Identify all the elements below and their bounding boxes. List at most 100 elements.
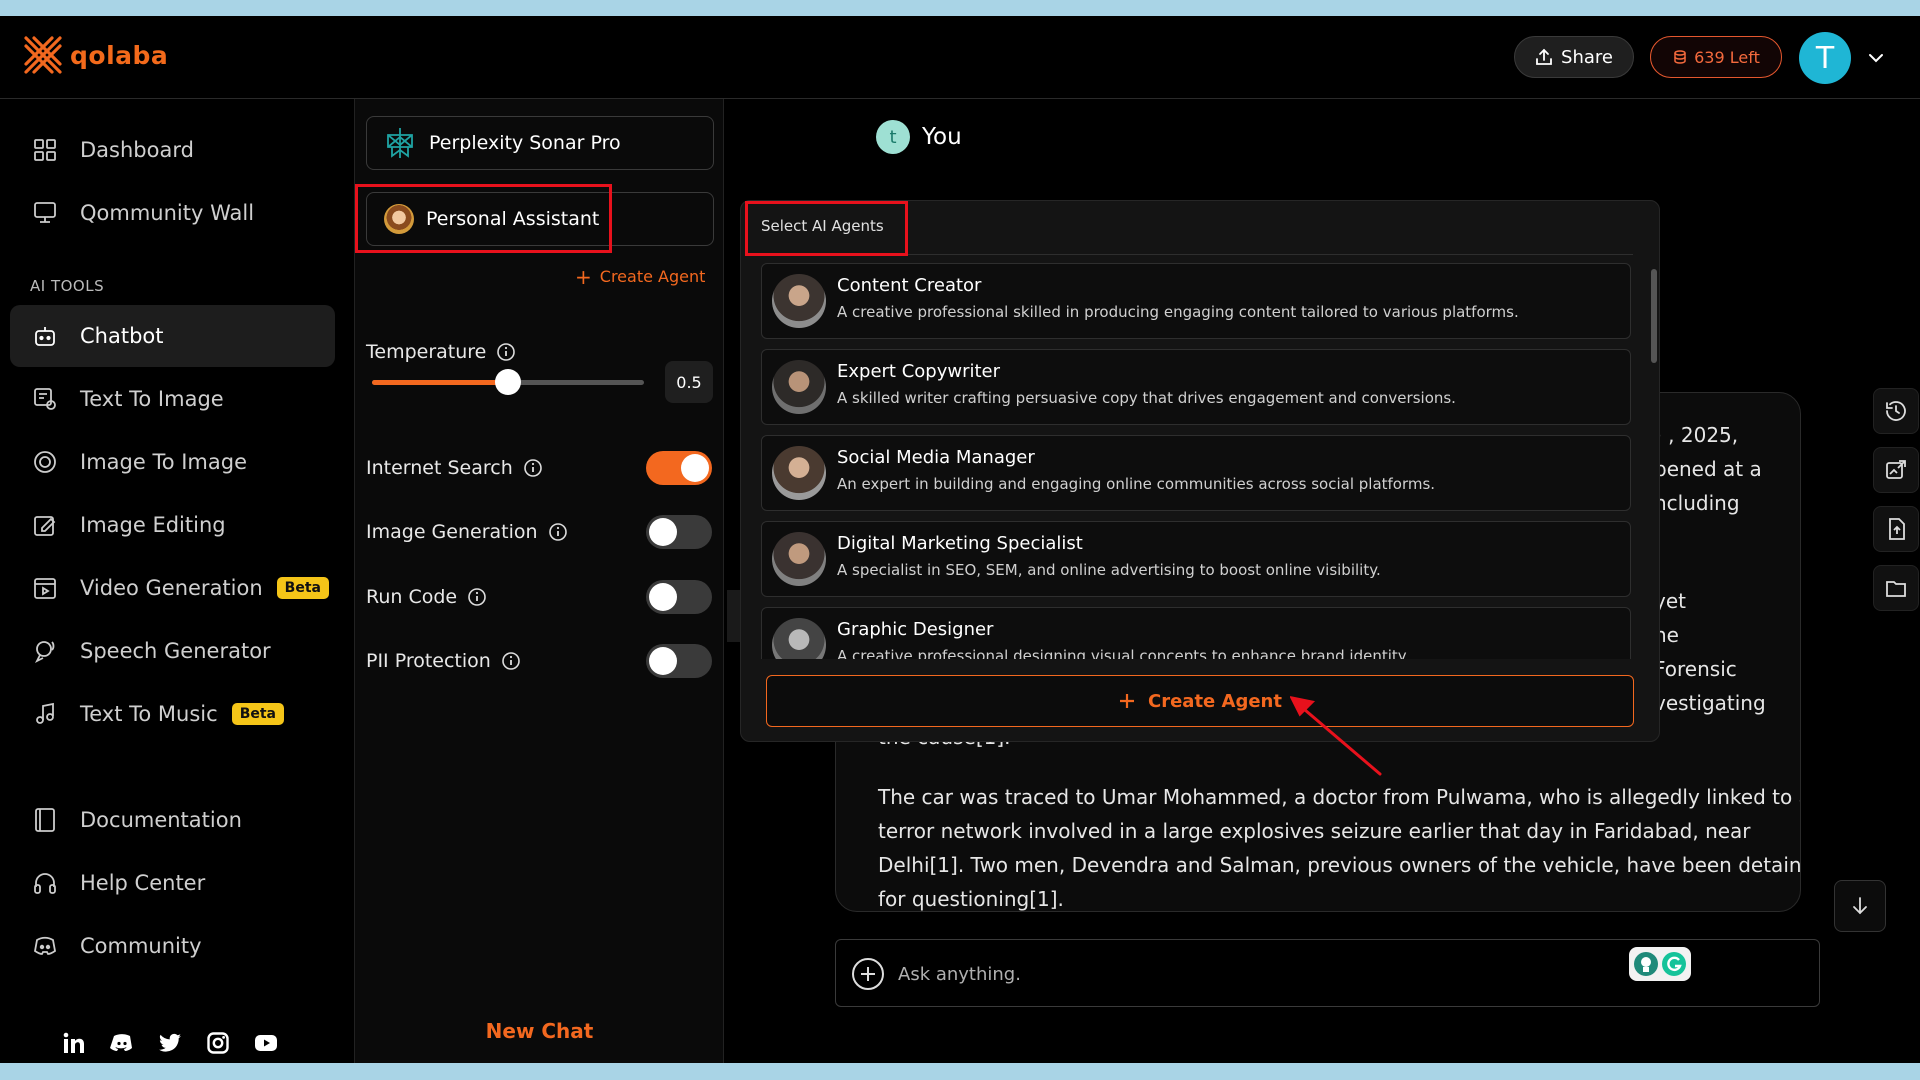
temperature-label: Temperature (366, 341, 487, 363)
agent-avatar (772, 618, 826, 659)
agent-item-graphic-designer[interactable]: Graphic Designer A creative professional… (761, 607, 1631, 659)
app-window: qolaba Share 639 Left T Dashboard Qommun… (0, 16, 1920, 1063)
section-label-ai-tools: AI TOOLS (30, 277, 105, 295)
sidebar-item-label: Documentation (80, 808, 242, 832)
sidebar-item-community[interactable]: Community (10, 915, 335, 977)
agents-dropdown: Select AI Agents Content Creator A creat… (740, 200, 1660, 742)
info-icon[interactable] (496, 342, 516, 362)
info-icon[interactable] (523, 458, 543, 478)
add-attachment-icon[interactable] (851, 957, 885, 991)
agent-list-scrollbar[interactable] (1651, 269, 1657, 363)
sidebar-item-text-to-image[interactable]: Text To Image (10, 368, 335, 430)
agent-name: Digital Marketing Specialist (837, 533, 1083, 554)
plus-icon: + (575, 264, 592, 289)
model-name: Perplexity Sonar Pro (429, 132, 621, 154)
temperature-value[interactable]: 0.5 (665, 361, 713, 403)
sidebar: Dashboard Qommunity Wall AI TOOLS Chatbo… (0, 99, 355, 1063)
temperature-slider-thumb[interactable] (495, 369, 521, 395)
agent-item-social-media-manager[interactable]: Social Media Manager An expert in buildi… (761, 435, 1631, 511)
beta-badge: Beta (231, 703, 284, 725)
share-label: Share (1561, 46, 1613, 68)
internet-search-toggle[interactable] (646, 451, 712, 485)
agent-item-digital-marketing-specialist[interactable]: Digital Marketing Specialist A specialis… (761, 521, 1631, 597)
scroll-to-bottom-button[interactable] (1834, 880, 1886, 932)
temperature-slider[interactable] (372, 369, 644, 395)
upload-icon (1536, 48, 1552, 65)
folder-icon (1886, 581, 1906, 597)
agent-list: Content Creator A creative professional … (761, 263, 1633, 659)
sidebar-item-help-center[interactable]: Help Center (10, 852, 335, 914)
sidebar-item-qommunity-wall[interactable]: Qommunity Wall (10, 182, 335, 244)
message-text: for questioning[1]. (878, 887, 1064, 911)
chat-input-bar (835, 939, 1820, 1007)
model-selector[interactable]: Perplexity Sonar Pro (366, 116, 714, 170)
pii-protection-toggle[interactable] (646, 644, 712, 678)
perplexity-logo-icon (387, 128, 413, 158)
image-generation-toggle[interactable] (646, 515, 712, 549)
run-code-toggle[interactable] (646, 580, 712, 614)
folder-button[interactable] (1873, 565, 1919, 611)
sidebar-item-chatbot[interactable]: Chatbot (10, 305, 335, 367)
twitter-icon[interactable] (158, 1031, 182, 1055)
info-icon[interactable] (501, 651, 521, 671)
sidebar-item-speech-generator[interactable]: Speech Generator (10, 620, 335, 682)
sidebar-item-dashboard[interactable]: Dashboard (10, 119, 335, 181)
create-agent-button[interactable]: Create Agent (766, 675, 1634, 727)
temperature-slider-fill (372, 380, 508, 385)
sidebar-item-text-to-music[interactable]: Text To Music Beta (10, 683, 335, 745)
headphones-icon (34, 873, 56, 894)
upload-file-button[interactable] (1873, 506, 1919, 552)
agent-avatar (772, 360, 826, 414)
brand-name: qolaba (70, 40, 169, 70)
agent-description: A creative professional skilled in produ… (837, 303, 1519, 321)
grammarly-icon (1662, 952, 1686, 976)
credits-button[interactable]: 639 Left (1650, 36, 1782, 78)
message-text: vestigating (1654, 691, 1766, 715)
sidebar-item-documentation[interactable]: Documentation (10, 789, 335, 851)
screenshot-frame-top (0, 0, 1920, 16)
video-icon (34, 578, 56, 599)
discord-icon[interactable] (110, 1031, 134, 1055)
create-agent-link[interactable]: + Create Agent (575, 264, 705, 289)
brand-logo[interactable]: qolaba (22, 34, 168, 76)
image-generation-label: Image Generation (366, 521, 538, 543)
create-agent-button-label: Create Agent (1148, 690, 1282, 712)
agent-item-expert-copywriter[interactable]: Expert Copywriter A skilled writer craft… (761, 349, 1631, 425)
new-chat-button[interactable]: New Chat (355, 1019, 724, 1043)
toggle-knob (649, 647, 677, 675)
history-button[interactable] (1873, 388, 1919, 434)
sidebar-item-video-generation[interactable]: Video Generation Beta (10, 557, 335, 619)
internet-search-label: Internet Search (366, 457, 513, 479)
beta-badge: Beta (276, 577, 329, 599)
sidebar-item-label: Text To Image (80, 387, 224, 411)
chat-input[interactable] (898, 954, 1598, 994)
screenshot-frame-bottom (0, 1063, 1920, 1080)
linkedin-icon[interactable] (62, 1031, 86, 1055)
user-avatar[interactable]: T (1799, 32, 1851, 84)
community-wall-icon (34, 202, 56, 223)
info-icon[interactable] (467, 587, 487, 607)
sidebar-item-image-to-image[interactable]: Image To Image (10, 431, 335, 493)
highlight-box-agent (355, 184, 612, 253)
agent-description: A skilled writer crafting persuasive cop… (837, 389, 1456, 407)
export-button[interactable] (1873, 447, 1919, 493)
message-text: Forensic (1654, 657, 1737, 681)
toggle-knob (649, 583, 677, 611)
message-text: terror network involved in a large explo… (878, 819, 1751, 843)
info-icon[interactable] (548, 522, 568, 542)
user-message-avatar: t (876, 120, 910, 154)
top-header: qolaba Share 639 Left T (0, 16, 1920, 99)
sidebar-item-image-editing[interactable]: Image Editing (10, 494, 335, 556)
sidebar-item-label: Text To Music (80, 702, 218, 726)
grammar-extension-icon[interactable] (1629, 947, 1691, 981)
share-button[interactable]: Share (1514, 36, 1634, 78)
annotation-arrow-icon (1290, 696, 1382, 776)
instagram-icon[interactable] (206, 1031, 230, 1055)
toggle-knob (681, 454, 709, 482)
agent-item-content-creator[interactable]: Content Creator A creative professional … (761, 263, 1631, 339)
toggle-knob (649, 518, 677, 546)
arrow-down-icon (1853, 897, 1867, 915)
chevron-down-icon[interactable] (1866, 48, 1886, 68)
youtube-icon[interactable] (254, 1031, 278, 1055)
agent-description: An expert in building and engaging onlin… (837, 475, 1436, 493)
